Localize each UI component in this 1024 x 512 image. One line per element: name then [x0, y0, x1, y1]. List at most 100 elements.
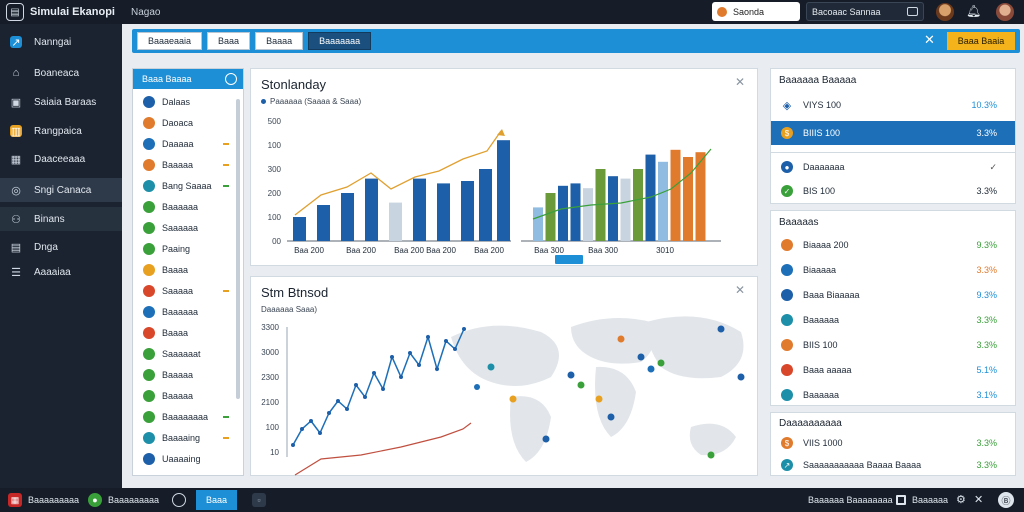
- user-icon[interactable]: Ⓑ: [998, 492, 1014, 508]
- menu-item[interactable]: Nagao: [131, 7, 160, 18]
- list-item[interactable]: Baaaaaa: [133, 196, 241, 217]
- primary-button[interactable]: Baaa Baaia: [947, 32, 1015, 50]
- list-row[interactable]: Baaa aaaaa 5.1%: [771, 358, 1015, 382]
- list-row[interactable]: Biaaaaa 3.3%: [771, 258, 1015, 282]
- search-box[interactable]: Saonda: [712, 2, 800, 21]
- sidebar-item-sngi[interactable]: ◎ Sngi Canaca: [0, 178, 122, 202]
- taskbar-item[interactable]: ▫: [252, 492, 272, 508]
- list-item[interactable]: Baaaaaaaa: [133, 406, 241, 427]
- row-value: 9.3%: [976, 240, 997, 250]
- taskbar-item[interactable]: Baaaaaa: [896, 492, 948, 508]
- sidebar-item-label: Dnga: [34, 241, 58, 253]
- toolbar-button[interactable]: Baaaa: [255, 32, 304, 50]
- list-item[interactable]: Daaaaa: [133, 133, 241, 154]
- data-point: [300, 427, 304, 431]
- taskbar-item[interactable]: [172, 492, 192, 508]
- detail-row[interactable]: ● Daaaaaaa ✓: [771, 155, 1015, 179]
- sidebar-item-rangpaica[interactable]: ▥ Rangpaica: [0, 119, 122, 143]
- row-label: Baaa aaaaa: [803, 365, 852, 375]
- sidebar-item-label: Aaaaiaa: [34, 266, 71, 278]
- grid-icon: ▫: [252, 493, 266, 507]
- taskbar-item[interactable]: ● Baaaaaaaaa: [88, 492, 159, 508]
- y-tick-label: 2300: [261, 373, 279, 382]
- data-point: [345, 407, 349, 411]
- list-item-icon: [143, 284, 155, 297]
- footer-row[interactable]: $ VIIS 1000 3.3%: [771, 431, 1015, 455]
- toolbar-button[interactable]: Baaa: [207, 32, 251, 50]
- sidebar-item-saiaia[interactable]: ▣ Saiaia Baraas: [0, 90, 122, 114]
- list-item-icon: [143, 326, 155, 339]
- list-item[interactable]: Daoaca: [133, 112, 241, 133]
- row-value: 3.3%: [976, 315, 997, 325]
- list-item[interactable]: Saaaaa: [133, 280, 241, 301]
- list-row[interactable]: Baaa Biaaaaa 9.3%: [771, 283, 1015, 307]
- list-row[interactable]: BIIS 100 3.3%: [771, 333, 1015, 357]
- summary-row-selected[interactable]: $ BIIIS 100 3.3%: [771, 121, 1015, 145]
- x-tick-label: Baa 200: [394, 246, 424, 255]
- avatar[interactable]: [936, 3, 954, 21]
- list-item[interactable]: Baaaaing: [133, 427, 241, 448]
- bar: [293, 217, 306, 241]
- list-item[interactable]: Baaaa: [133, 259, 241, 280]
- series-line: [292, 328, 465, 446]
- bar: [658, 161, 668, 241]
- status-indicator: [223, 436, 229, 439]
- list-item[interactable]: Paaing: [133, 238, 241, 259]
- data-point: [318, 431, 322, 435]
- list-row[interactable]: Baaaaaa 3.3%: [771, 308, 1015, 332]
- data-point: [336, 399, 340, 403]
- list-item[interactable]: Saaaaaat: [133, 343, 241, 364]
- sidebar-item-aaaaiaa[interactable]: ☰ Aaaaiaa: [0, 260, 122, 284]
- list-item[interactable]: Baaaaa: [133, 154, 241, 175]
- data-point: [474, 384, 480, 390]
- taskbar-item[interactable]: ▦ Baaaaaaaaa: [8, 492, 79, 508]
- chart-icon: ↗: [10, 36, 22, 49]
- settings-icon[interactable]: ⚙: [956, 493, 966, 506]
- sidebar-item-label: Boaneaca: [34, 67, 80, 79]
- list-item[interactable]: Bang Saaaa: [133, 175, 241, 196]
- row-value: 3.1%: [976, 390, 997, 400]
- sidebar-item-nanngai[interactable]: ↗ Nanngai: [0, 30, 122, 54]
- scrollbar[interactable]: [236, 99, 240, 399]
- data-point: [417, 363, 421, 367]
- detail-row[interactable]: ✓ BIS 100 3.3%: [771, 179, 1015, 203]
- list-row[interactable]: Baaaaaa 3.1%: [771, 383, 1015, 407]
- footer-row[interactable]: ↗ Saaaaaaaaaaa Baaaa Baaaa 3.3%: [771, 453, 1015, 477]
- bar: [608, 176, 618, 241]
- sidebar-item-daaceeaaa[interactable]: ▦ Daaceeaaa: [0, 147, 122, 171]
- map-region: [595, 366, 636, 437]
- list-item[interactable]: Saaaaaa: [133, 217, 241, 238]
- list-item-label: Saaaaaa: [162, 222, 199, 233]
- taskbar-button[interactable]: Baaa: [196, 490, 238, 510]
- toolbar-button[interactable]: Baaaeaaia: [137, 32, 203, 50]
- x-tick-label: Baa 200: [474, 246, 504, 255]
- list-row[interactable]: Biaaaa 200 9.3%: [771, 233, 1015, 257]
- summary-row[interactable]: ◈ VIYS 100 10.3%: [771, 93, 1015, 117]
- map-pin: [487, 363, 495, 371]
- refresh-icon[interactable]: [225, 73, 237, 85]
- sidebar-item-boaneaca[interactable]: ⌂ Boaneaca: [0, 61, 122, 85]
- close-icon[interactable]: ✕: [924, 32, 935, 48]
- close-icon[interactable]: ✕: [974, 493, 983, 506]
- sidebar-item-dnga[interactable]: ▤ Dnga: [0, 235, 122, 259]
- user-avatar[interactable]: [996, 3, 1014, 21]
- list-item[interactable]: Baaaaa: [133, 364, 241, 385]
- bar: [389, 202, 402, 241]
- list-item[interactable]: Uaaaaing: [133, 448, 241, 469]
- sidebar-item-binans[interactable]: ⚇ Binans: [0, 207, 122, 231]
- data-point: [381, 387, 385, 391]
- map-pin: [737, 373, 745, 381]
- list-item[interactable]: Baaaa: [133, 322, 241, 343]
- bell-icon[interactable]: 🔔︎: [966, 4, 981, 18]
- bar: [479, 169, 492, 241]
- toolbar-button-active[interactable]: Baaaaaaa: [308, 32, 372, 50]
- list-item[interactable]: Baaaaaa: [133, 301, 241, 322]
- list-item-label: Baaaaaa: [162, 201, 199, 212]
- map-pin: [647, 365, 655, 373]
- list-item[interactable]: Baaaaa: [133, 385, 241, 406]
- list-item[interactable]: Dalaas: [133, 91, 241, 112]
- list-item-icon: [143, 305, 155, 318]
- data-point: [408, 351, 412, 355]
- filter-dropdown[interactable]: Bacoaac Sannaa: [806, 2, 924, 21]
- map-pin: [707, 451, 715, 459]
